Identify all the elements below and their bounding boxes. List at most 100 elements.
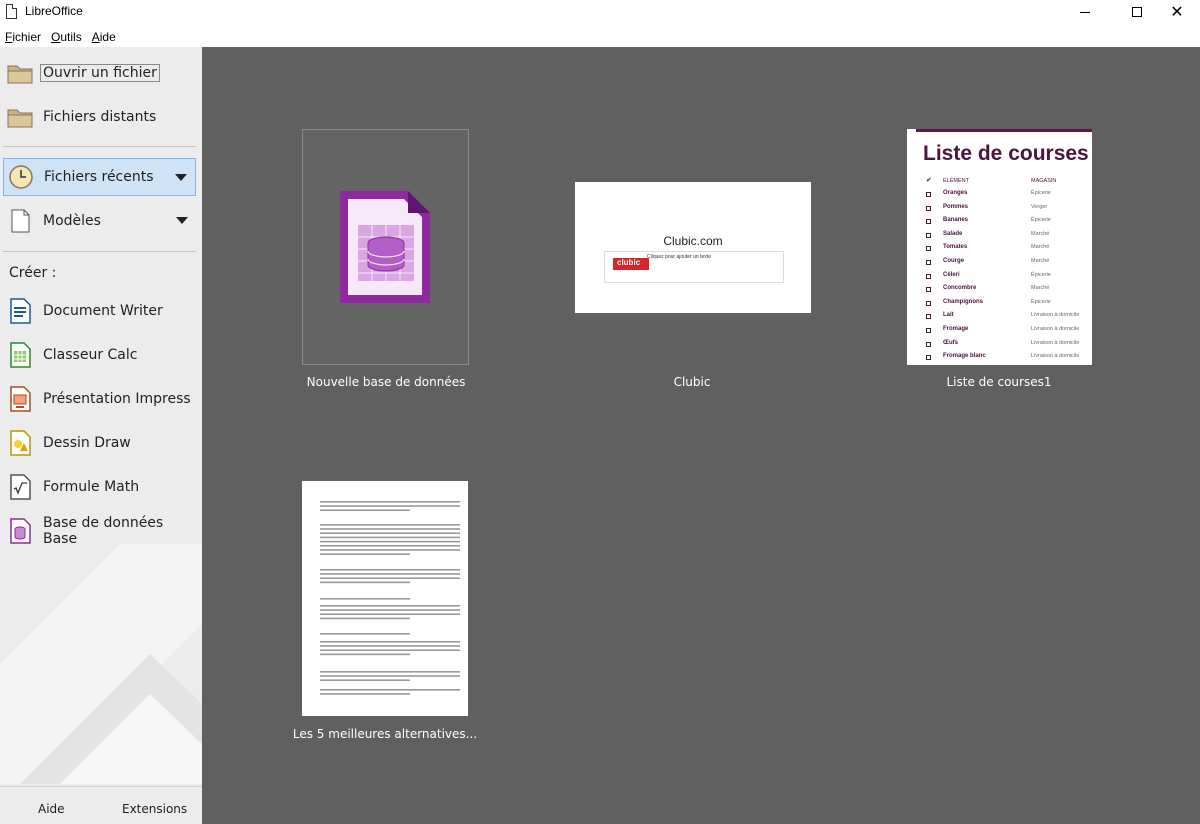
document-preview-lines — [320, 501, 460, 695]
template-icon — [11, 209, 30, 233]
courses-row-store: Marché — [1031, 230, 1050, 237]
window-title: LibreOffice — [25, 4, 83, 18]
document-text-line — [320, 653, 410, 656]
checkbox-icon — [926, 246, 931, 252]
create-draw-button[interactable]: Dessin Draw — [3, 424, 196, 462]
menu-fichier[interactable]: Fichier — [0, 26, 46, 46]
checkbox-icon — [926, 355, 931, 361]
create-math-label: Formule Math — [43, 479, 140, 495]
checkbox-icon — [926, 232, 931, 238]
recent-files-button[interactable]: Fichiers récents — [3, 158, 196, 196]
courses-row-store: Livraison à domicile — [1031, 326, 1080, 332]
document-text-line — [320, 679, 410, 681]
base-icon — [340, 191, 430, 303]
courses-row-store: Livraison à domicile — [1031, 339, 1080, 346]
create-calc-label: Classeur Calc — [43, 347, 138, 363]
templates-button[interactable]: Modèles — [3, 202, 196, 240]
checkmark-icon: ✔ — [926, 177, 932, 184]
create-impress-button[interactable]: Présentation Impress — [3, 380, 196, 418]
courses-row-item: Lait — [943, 312, 954, 319]
checkbox-icon — [926, 300, 931, 306]
folder-icon — [7, 65, 33, 84]
recent-thumbnail-document[interactable] — [302, 481, 468, 716]
close-button[interactable]: ✕ — [1154, 0, 1200, 24]
document-text-line — [320, 528, 460, 530]
recent-label-clubic[interactable]: Clubic — [572, 375, 812, 389]
courses-row-item: Courge — [943, 258, 964, 264]
courses-row: Céleri Épicerie — [907, 271, 1092, 285]
start-center-sidebar: Ouvrir un fichier Fichiers distants Fich… — [0, 47, 202, 824]
courses-row-item: Fromage blanc — [943, 353, 986, 360]
document-text-line — [320, 689, 460, 691]
checkbox-icon — [926, 192, 931, 197]
recent-thumbnail-clubic[interactable]: Clubic.com Cliquez pour ajouter un texte… — [575, 182, 811, 313]
courses-row: Fromage blanc Livraison à domicile — [907, 352, 1092, 365]
recent-label-database[interactable]: Nouvelle base de données — [266, 375, 506, 389]
courses-row-store: Épicerie — [1031, 298, 1051, 305]
open-file-button[interactable]: Ouvrir un fichier — [3, 54, 196, 92]
checkbox-icon — [926, 287, 931, 293]
recent-thumbnail-courses[interactable]: Liste de courses ✔ ÉLÉMENT MAGASIN Orang… — [907, 129, 1092, 365]
recent-files-label: Fichiers récents — [44, 169, 154, 185]
courses-row: Tomates Marché — [907, 243, 1092, 257]
courses-row-item: Œufs — [943, 339, 958, 346]
help-link[interactable]: Aide — [38, 802, 65, 816]
document-text-line — [320, 675, 460, 677]
create-math-button[interactable]: Formule Math — [3, 468, 196, 506]
chevron-down-icon[interactable] — [175, 174, 187, 181]
math-icon — [10, 474, 31, 500]
courses-row: Œufs Livraison à domicile — [907, 339, 1092, 353]
extensions-link[interactable]: Extensions — [122, 802, 187, 816]
courses-row-store: Verger — [1031, 203, 1048, 210]
menu-aide-mnemonic: A — [91, 30, 100, 44]
checkbox-icon — [926, 314, 931, 320]
courses-row-item: Salade — [943, 230, 963, 237]
base-icon — [10, 518, 31, 544]
open-file-label: Ouvrir un fichier — [40, 64, 160, 82]
chevron-down-icon[interactable] — [176, 217, 188, 224]
courses-header-bar — [916, 129, 1092, 132]
recent-label-document[interactable]: Les 5 meilleures alternatives... — [265, 727, 505, 741]
courses-row-store: Livraison à domicile — [1031, 312, 1080, 319]
courses-row: Champignons Épicerie — [907, 298, 1092, 312]
courses-row-store: Épicerie — [1031, 217, 1051, 224]
courses-row-item: Céleri — [943, 271, 960, 278]
courses-row-item: Pommes — [943, 203, 969, 210]
document-text-line — [320, 645, 460, 647]
impress-icon — [10, 386, 31, 412]
minimize-button[interactable] — [1062, 0, 1108, 24]
document-text-line — [320, 549, 460, 551]
create-base-button[interactable]: Base de données Base — [3, 512, 196, 550]
document-text-line — [320, 536, 460, 539]
checkbox-icon — [926, 219, 931, 225]
document-text-line — [320, 633, 410, 635]
courses-row: Oranges Épicerie — [907, 189, 1092, 203]
courses-col-item: ÉLÉMENT — [943, 178, 969, 184]
document-text-line — [320, 501, 460, 503]
clubic-preview-box: Cliquez pour ajouter un texte clubic — [604, 251, 784, 283]
remote-files-button[interactable]: Fichiers distants — [3, 98, 196, 136]
document-text-line — [320, 573, 460, 575]
courses-preview-title: Liste de courses — [923, 142, 1089, 165]
document-text-line — [320, 569, 460, 571]
templates-label: Modèles — [43, 213, 101, 229]
menu-aide[interactable]: Aide — [87, 26, 121, 46]
document-text-line — [320, 532, 460, 534]
document-text-line — [320, 649, 460, 651]
document-text-line — [320, 598, 410, 600]
create-calc-button[interactable]: Classeur Calc — [3, 336, 196, 374]
close-icon: ✕ — [1170, 2, 1184, 21]
draw-icon — [10, 430, 31, 456]
recent-thumbnail-database[interactable] — [302, 129, 469, 365]
create-writer-button[interactable]: Document Writer — [3, 292, 196, 330]
courses-row: Lait Livraison à domicile — [907, 311, 1092, 325]
courses-row-store: Épicerie — [1031, 271, 1051, 278]
recent-label-courses[interactable]: Liste de courses1 — [879, 375, 1119, 389]
courses-row: Pommes Verger — [907, 203, 1092, 217]
menu-bar: Fichier Outils Aide — [0, 26, 121, 46]
remote-files-label: Fichiers distants — [43, 109, 157, 125]
minimize-icon — [1080, 11, 1090, 13]
libreoffice-app-icon — [6, 4, 17, 19]
checkbox-icon — [926, 260, 931, 265]
menu-outils[interactable]: Outils — [46, 26, 87, 46]
